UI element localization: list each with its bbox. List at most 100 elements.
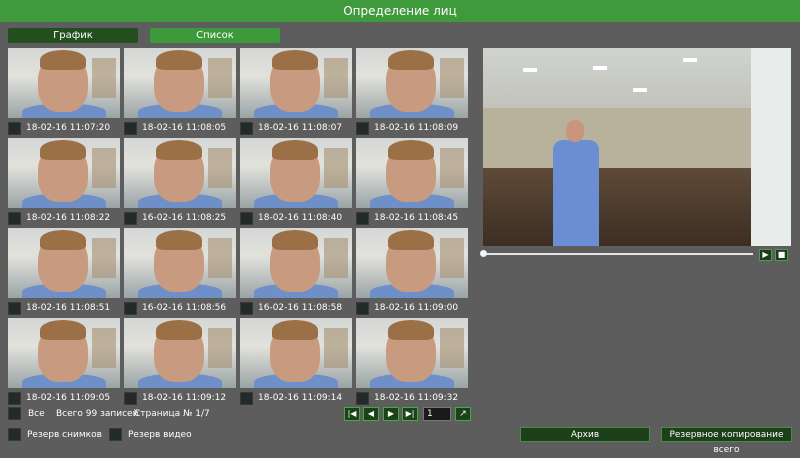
thumbnail-timestamp: 16-02-16 11:08:58 <box>258 303 343 313</box>
thumbnail-shelf <box>440 238 464 278</box>
thumbnail-hair <box>388 230 434 250</box>
thumbnail-hair <box>40 140 86 160</box>
play-icon: ▶ <box>762 250 769 259</box>
playback-progress-bar[interactable] <box>480 250 753 257</box>
video-backup-label: Резерв видео <box>128 430 192 440</box>
face-thumbnail[interactable] <box>240 48 352 118</box>
face-thumbnail-cell: 16-02-16 11:08:56 <box>124 228 236 317</box>
thumbnail-hair <box>272 140 318 160</box>
thumbnail-checkbox[interactable] <box>124 212 137 225</box>
thumbnail-shelf <box>208 328 232 368</box>
face-thumbnail[interactable] <box>356 48 468 118</box>
thumbnail-hair <box>388 320 434 340</box>
video-backup-checkbox[interactable] <box>109 428 122 441</box>
face-thumbnail[interactable] <box>124 48 236 118</box>
face-thumbnail-cell: 18-02-16 11:09:05 <box>8 318 120 407</box>
progress-knob[interactable] <box>480 250 487 257</box>
thumbnail-shelf <box>92 328 116 368</box>
thumbnail-shelf <box>208 148 232 188</box>
tab-graph[interactable]: График <box>8 28 138 43</box>
last-page-button[interactable]: ▶| <box>402 407 418 421</box>
face-thumbnail-cell: 18-02-16 11:08:40 <box>240 138 352 227</box>
video-preview[interactable] <box>483 48 791 246</box>
thumbnail-checkbox[interactable] <box>240 122 253 135</box>
thumbnail-timestamp: 18-02-16 11:08:09 <box>374 123 459 133</box>
face-thumbnail-cell: 18-02-16 11:08:45 <box>356 138 468 227</box>
first-page-button[interactable]: |◀ <box>344 407 360 421</box>
thumbnail-checkbox[interactable] <box>8 302 21 315</box>
thumbnail-timestamp: 16-02-16 11:08:56 <box>142 303 227 313</box>
next-page-button[interactable]: ▶ <box>383 407 399 421</box>
tab-list[interactable]: Список <box>150 28 280 43</box>
thumbnail-checkbox[interactable] <box>8 392 21 405</box>
thumbnail-hair <box>156 230 202 250</box>
thumbnail-shelf <box>92 238 116 278</box>
ceiling-lamp <box>633 88 647 92</box>
face-thumbnail[interactable] <box>356 318 468 388</box>
face-thumbnail-cell: 18-02-16 11:08:51 <box>8 228 120 317</box>
thumbnail-timestamp: 18-02-16 11:09:32 <box>374 393 459 403</box>
thumbnail-timestamp: 18-02-16 11:08:22 <box>26 213 111 223</box>
go-to-page-button[interactable]: ↗ <box>455 407 471 421</box>
video-person-head <box>566 120 584 142</box>
prev-page-button[interactable]: ◀ <box>363 407 379 421</box>
face-thumbnail-cell: 18-02-16 11:08:07 <box>240 48 352 137</box>
face-thumbnail[interactable] <box>356 138 468 208</box>
face-thumbnail[interactable] <box>124 138 236 208</box>
thumbnail-hair <box>40 230 86 250</box>
thumbnail-timestamp: 18-02-16 11:08:40 <box>258 213 343 223</box>
archive-button[interactable]: Архив <box>520 427 650 442</box>
thumbnail-timestamp: 18-02-16 11:09:14 <box>258 393 343 403</box>
face-thumbnail[interactable] <box>124 318 236 388</box>
face-thumbnail[interactable] <box>356 228 468 298</box>
thumbnail-timestamp: 18-02-16 11:09:00 <box>374 303 459 313</box>
thumbnail-shelf <box>92 58 116 98</box>
stop-icon: ■ <box>777 250 786 259</box>
thumbnail-timestamp: 18-02-16 11:07:20 <box>26 123 111 133</box>
face-thumbnail[interactable] <box>8 138 120 208</box>
arrow-up-right-icon: ↗ <box>459 409 467 419</box>
thumbnail-checkbox[interactable] <box>240 212 253 225</box>
thumbnail-hair <box>272 230 318 250</box>
thumbnail-checkbox[interactable] <box>124 122 137 135</box>
thumbnail-hair <box>272 50 318 70</box>
thumbnail-hair <box>156 320 202 340</box>
last-page-icon: ▶| <box>405 409 415 418</box>
thumbnail-checkbox[interactable] <box>356 392 369 405</box>
thumbnail-checkbox[interactable] <box>240 302 253 315</box>
snapshot-backup-checkbox[interactable] <box>8 428 21 441</box>
thumbnail-checkbox[interactable] <box>8 212 21 225</box>
thumbnail-timestamp: 18-02-16 11:09:12 <box>142 393 227 403</box>
thumbnail-checkbox[interactable] <box>240 392 253 405</box>
face-thumbnail[interactable] <box>240 138 352 208</box>
face-thumbnail[interactable] <box>240 228 352 298</box>
total-records-label: Всего 99 записей <box>56 409 139 419</box>
video-floor <box>483 168 791 246</box>
face-thumbnail[interactable] <box>124 228 236 298</box>
face-thumbnail[interactable] <box>8 48 120 118</box>
next-page-icon: ▶ <box>387 409 395 418</box>
thumbnail-timestamp: 16-02-16 11:08:25 <box>142 213 227 223</box>
thumbnail-checkbox[interactable] <box>356 122 369 135</box>
thumbnail-shelf <box>208 238 232 278</box>
face-thumbnail-cell: 18-02-16 11:08:05 <box>124 48 236 137</box>
thumbnail-checkbox[interactable] <box>124 392 137 405</box>
backup-all-button[interactable]: Резервное копирование всего <box>661 427 792 455</box>
thumbnail-checkbox[interactable] <box>8 122 21 135</box>
thumbnail-hair <box>156 50 202 70</box>
thumbnail-checkbox[interactable] <box>356 302 369 315</box>
play-button[interactable]: ▶ <box>759 249 772 261</box>
video-window <box>751 48 791 246</box>
face-thumbnail[interactable] <box>8 228 120 298</box>
ceiling-lamp <box>683 58 697 62</box>
select-all-checkbox[interactable] <box>8 407 21 420</box>
thumbnail-checkbox[interactable] <box>356 212 369 225</box>
stop-button[interactable]: ■ <box>775 249 788 261</box>
thumbnail-checkbox[interactable] <box>124 302 137 315</box>
face-thumbnail-cell: 18-02-16 11:09:32 <box>356 318 468 407</box>
face-thumbnail[interactable] <box>8 318 120 388</box>
ceiling-lamp <box>523 68 537 72</box>
thumbnail-shelf <box>324 328 348 368</box>
page-number-input[interactable]: 1 <box>423 407 451 421</box>
face-thumbnail[interactable] <box>240 318 352 388</box>
